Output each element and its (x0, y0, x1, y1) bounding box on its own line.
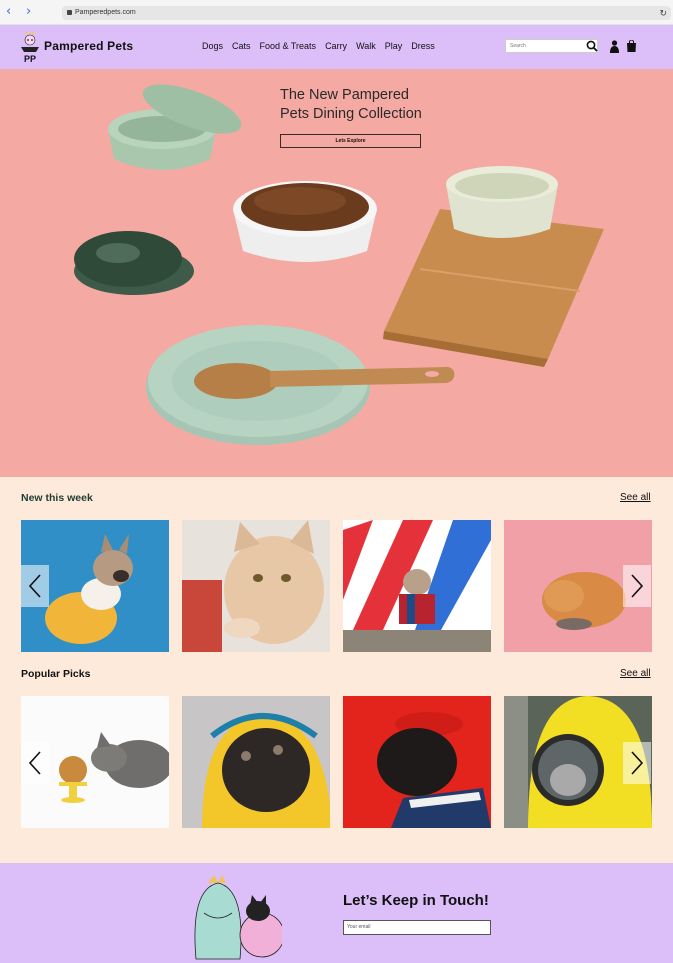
hero-image (0, 69, 673, 477)
hero-banner: The New Pampered Pets Dining Collection … (0, 69, 673, 477)
carousel-next-button[interactable] (623, 742, 651, 784)
new-this-week-title: New this week (21, 492, 93, 504)
product-card[interactable] (182, 696, 330, 828)
nav-play[interactable]: Play (385, 41, 403, 51)
newsletter-footer: Let’s Keep in Touch! Your email (0, 863, 673, 963)
carousel-prev-button[interactable] (21, 565, 49, 607)
url-text: Pamperedpets.com (75, 9, 136, 16)
nav-walk[interactable]: Walk (356, 41, 376, 51)
chevron-left-icon (28, 574, 41, 598)
svg-text:PP: PP (24, 54, 36, 64)
ceramic-bowl (446, 166, 558, 238)
address-bar[interactable]: Pamperedpets.com ↻ (62, 6, 671, 20)
product-card[interactable] (343, 696, 491, 828)
product-image (343, 520, 491, 652)
site-header: PP Pampered Pets Dogs Cats Food & Treats… (0, 25, 673, 69)
logo-icon[interactable]: PP (18, 29, 42, 65)
lets-explore-button[interactable]: Lets Explore (280, 134, 421, 148)
kibble-bowl (233, 181, 377, 262)
popular-picks-title: Popular Picks (21, 668, 91, 680)
chevron-right-icon (631, 751, 644, 775)
chevron-left-icon (28, 751, 41, 775)
lock-icon (67, 10, 72, 15)
back-icon[interactable]: ‹ (6, 5, 11, 18)
see-all-new-link[interactable]: See all (620, 492, 651, 503)
chevron-right-icon (631, 574, 644, 598)
hero-title-line-1: The New Pampered (280, 87, 409, 103)
product-card[interactable] (182, 520, 330, 652)
see-all-popular-link[interactable]: See all (620, 668, 651, 679)
product-image (343, 696, 491, 828)
cart-icon[interactable] (626, 40, 637, 52)
browser-toolbar: ‹ › Pamperedpets.com ↻ (0, 0, 673, 25)
pets-illustration (194, 875, 282, 960)
search-input[interactable]: Search (505, 39, 598, 53)
search-icon[interactable] (586, 40, 598, 52)
brand-name[interactable]: Pampered Pets (44, 39, 133, 53)
carousel-prev-button[interactable] (21, 742, 49, 784)
email-input[interactable]: Your email (343, 920, 491, 935)
main-nav: Dogs Cats Food & Treats Carry Walk Play … (202, 41, 435, 51)
reload-icon[interactable]: ↻ (659, 6, 667, 20)
account-icon[interactable] (610, 40, 619, 53)
product-card[interactable] (343, 520, 491, 652)
hero-title: The New Pampered Pets Dining Collection (280, 86, 460, 124)
hero-title-line-2: Pets Dining Collection (280, 106, 422, 122)
newsletter-title: Let’s Keep in Touch! (343, 892, 489, 909)
nav-carry[interactable]: Carry (325, 41, 347, 51)
product-image (182, 520, 330, 652)
forward-icon[interactable]: › (26, 5, 31, 18)
nav-cats[interactable]: Cats (232, 41, 251, 51)
nav-dress[interactable]: Dress (411, 41, 435, 51)
nav-dogs[interactable]: Dogs (202, 41, 223, 51)
nav-food-treats[interactable]: Food & Treats (260, 41, 317, 51)
carousel-next-button[interactable] (623, 565, 651, 607)
product-image (182, 696, 330, 828)
